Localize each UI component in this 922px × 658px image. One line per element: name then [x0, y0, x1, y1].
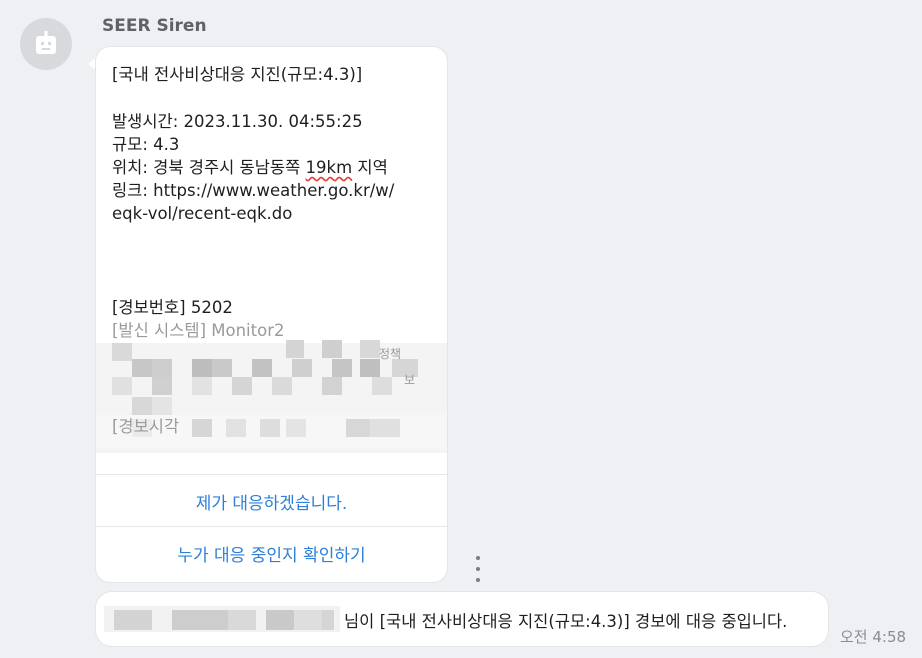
- redacted-label-1: 정책: [379, 347, 402, 361]
- action-divider-top: [96, 474, 447, 475]
- location-suffix: 지역: [352, 158, 388, 177]
- bot-avatar[interactable]: [20, 18, 72, 70]
- link-line-2[interactable]: eqk-vol/recent-eqk.do: [112, 202, 292, 225]
- alert-message-bubble: [국내 전사비상대응 지진(규모:4.3)] 발생시간: 2023.11.30.…: [96, 47, 447, 582]
- action-divider-middle: [96, 526, 447, 527]
- sender-system: [발신 시스템] Monitor2: [112, 321, 285, 340]
- magnitude: 규모: 4.3: [112, 135, 180, 154]
- link-line-1[interactable]: 링크: https://www.weather.go.kr/w/: [112, 179, 394, 202]
- sender-name: SEER Siren: [102, 16, 207, 36]
- occurrence-time: 발생시간: 2023.11.30. 04:55:25: [112, 112, 363, 131]
- message-timestamp: 오전 4:58: [840, 628, 907, 646]
- robot-icon: [36, 31, 56, 54]
- alert-number: [경보번호] 5202: [112, 298, 233, 317]
- more-options-icon[interactable]: [473, 556, 483, 582]
- respond-button[interactable]: 제가 대응하겠습니다.: [96, 476, 447, 526]
- redacted-label-2: 보: [404, 373, 416, 387]
- alert-time-label: [경보시각: [112, 417, 180, 436]
- alert-title: [국내 전사비상대응 지진(규모:4.3)]: [112, 65, 363, 84]
- check-responder-button[interactable]: 누가 대응 중인지 확인하기: [96, 528, 447, 578]
- chat-view: SEER Siren [국내 전사비상대응 지진(규모:4.3)] 발생시간: …: [0, 0, 922, 658]
- location-prefix: 위치: 경북 경주시 동남동쪽: [112, 158, 306, 177]
- status-message-bubble: 님이 [국내 전사비상대응 지진(규모:4.3)] 경보에 대응 중입니다.: [96, 592, 828, 646]
- location: 위치: 경북 경주시 동남동쪽 19km 지역: [112, 156, 388, 179]
- location-distance: 19km: [305, 158, 353, 177]
- status-message-text: 님이 [국내 전사비상대응 지진(규모:4.3)] 경보에 대응 중입니다.: [344, 612, 788, 631]
